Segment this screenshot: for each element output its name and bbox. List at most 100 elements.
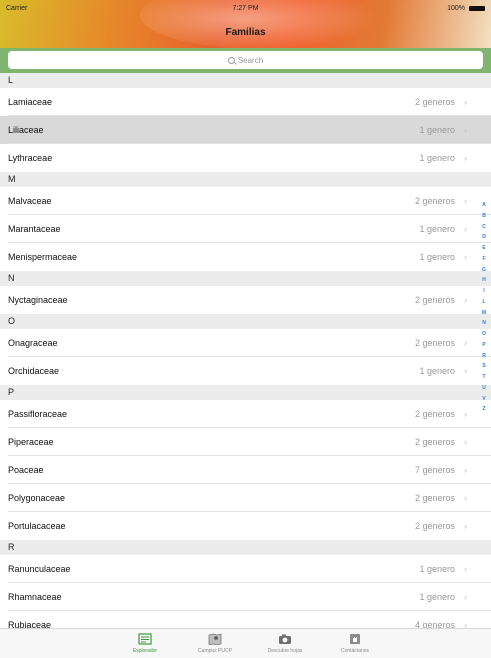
index-letter[interactable]: F <box>479 254 489 265</box>
family-name: Portulacaceae <box>8 521 66 531</box>
index-letter[interactable]: B <box>479 211 489 222</box>
chevron-right-icon: › <box>464 437 467 447</box>
list-item[interactable]: Orchidaceae 1 genero › <box>0 357 491 385</box>
index-letter[interactable]: N <box>479 318 489 329</box>
list-item[interactable]: Polygonaceae 2 generos › <box>0 484 491 512</box>
family-name: Lythraceae <box>8 153 53 163</box>
genus-count: 7 generos <box>414 465 455 475</box>
index-letter[interactable]: T <box>479 372 489 383</box>
index-letter[interactable]: S <box>479 361 489 372</box>
family-name: Piperaceae <box>8 437 54 447</box>
genus-count: 1 genero <box>419 224 455 234</box>
family-name: Poaceae <box>8 465 44 475</box>
index-letter[interactable]: O <box>479 329 489 340</box>
battery-label: 100% <box>447 5 465 12</box>
family-name: Ranunculaceae <box>8 564 71 574</box>
page-title: Familias <box>225 27 266 38</box>
index-letter[interactable]: E <box>479 243 489 254</box>
genus-count: 1 genero <box>419 125 455 135</box>
index-letter[interactable]: P <box>479 340 489 351</box>
index-letter[interactable]: C <box>479 222 489 233</box>
genus-count: 1 genero <box>419 252 455 262</box>
family-name: Orchidaceae <box>8 366 60 376</box>
list-item[interactable]: Passifloraceae 2 generos › <box>0 400 491 428</box>
genus-count: 2 generos <box>414 521 455 531</box>
chevron-right-icon: › <box>464 224 467 234</box>
index-letter[interactable]: R <box>479 351 489 362</box>
tab-label: Campus PUCP <box>198 648 232 654</box>
list-item[interactable]: Lythraceae 1 genero › <box>0 144 491 172</box>
list-item[interactable]: Liliaceae 1 genero › <box>0 116 491 144</box>
chevron-right-icon: › <box>464 366 467 376</box>
list-item[interactable]: Marantaceae 1 genero › <box>0 215 491 243</box>
chevron-right-icon: › <box>464 620 467 628</box>
section-header: M <box>0 172 491 187</box>
chevron-right-icon: › <box>464 338 467 348</box>
index-letter[interactable]: U <box>479 383 489 394</box>
list-item[interactable]: Lamiaceae 2 generos › <box>0 88 491 116</box>
tab-list[interactable]: Explorador <box>110 629 180 658</box>
list-item[interactable]: Nyctaginaceae 2 generos › <box>0 286 491 314</box>
chevron-right-icon: › <box>464 564 467 574</box>
family-name: Marantaceae <box>8 224 61 234</box>
search-icon <box>227 56 235 64</box>
list-item[interactable]: Poaceae 7 generos › <box>0 456 491 484</box>
tab-hand[interactable]: Contáctanos <box>320 629 390 658</box>
chevron-right-icon: › <box>464 493 467 503</box>
families-list[interactable]: L Lamiaceae 2 generos › Liliaceae 1 genero › Ly… <box>0 73 491 628</box>
index-letter[interactable]: I <box>479 286 489 297</box>
search-placeholder: Search <box>237 55 264 65</box>
genus-count: 2 generos <box>414 196 455 206</box>
family-name: Rubiaceae <box>8 620 52 628</box>
section-header: L <box>0 73 491 88</box>
camera-icon <box>278 632 292 644</box>
genus-count: 2 generos <box>414 97 455 107</box>
genus-count: 2 generos <box>414 409 455 419</box>
family-name: Rhamnaceae <box>8 592 62 602</box>
genus-count: 2 generos <box>414 493 455 503</box>
hand-icon <box>348 632 362 644</box>
list-item[interactable]: Ranunculaceae 1 genero › <box>0 555 491 583</box>
list-item[interactable]: Onagraceae 2 generos › <box>0 329 491 357</box>
chevron-right-icon: › <box>464 125 467 135</box>
index-letter[interactable]: Z <box>479 404 489 415</box>
chevron-right-icon: › <box>464 521 467 531</box>
index-letter[interactable]: L <box>479 297 489 308</box>
index-letter[interactable]: V <box>479 394 489 405</box>
genus-count: 2 generos <box>414 338 455 348</box>
index-letter[interactable]: M <box>479 308 489 319</box>
tab-camera[interactable]: Descubre hojas <box>250 629 320 658</box>
search-input[interactable]: Search <box>8 51 483 69</box>
tab-map[interactable]: Campus PUCP <box>180 629 250 658</box>
tab-label: Descubre hojas <box>267 648 303 654</box>
section-header: N <box>0 271 491 286</box>
clock-label: 7:27 PM <box>232 5 259 12</box>
section-index[interactable]: ABCDEFGHILMNOPRSTUVZ <box>479 200 489 415</box>
battery-icon <box>469 6 485 11</box>
search-bar: Search <box>0 48 491 73</box>
list-item[interactable]: Portulacaceae 2 generos › <box>0 512 491 540</box>
list-item[interactable]: Piperaceae 2 generos › <box>0 428 491 456</box>
chevron-right-icon: › <box>464 97 467 107</box>
list-item[interactable]: Rubiaceae 4 generos › <box>0 611 491 628</box>
index-letter[interactable]: A <box>479 200 489 211</box>
family-name: Malvaceae <box>8 196 52 206</box>
chevron-right-icon: › <box>464 592 467 602</box>
index-letter[interactable]: H <box>479 275 489 286</box>
genus-count: 2 generos <box>414 295 455 305</box>
tab-bar: Explorador Campus PUCP Descubre hojas Contá… <box>0 628 491 658</box>
family-name: Lamiaceae <box>8 97 53 107</box>
genus-count: 1 genero <box>419 564 455 574</box>
index-letter[interactable]: D <box>479 232 489 243</box>
list-item[interactable]: Menispermaceae 1 genero › <box>0 243 491 271</box>
family-name: Menispermaceae <box>8 252 78 262</box>
chevron-right-icon: › <box>464 153 467 163</box>
genus-count: 4 generos <box>414 620 455 628</box>
genus-count: 1 genero <box>419 592 455 602</box>
list-item[interactable]: Malvaceae 2 generos › <box>0 187 491 215</box>
tab-label: Contáctanos <box>340 648 370 654</box>
chevron-right-icon: › <box>464 465 467 475</box>
list-item[interactable]: Rhamnaceae 1 genero › <box>0 583 491 611</box>
tab-label: Explorador <box>132 648 158 654</box>
index-letter[interactable]: G <box>479 265 489 276</box>
